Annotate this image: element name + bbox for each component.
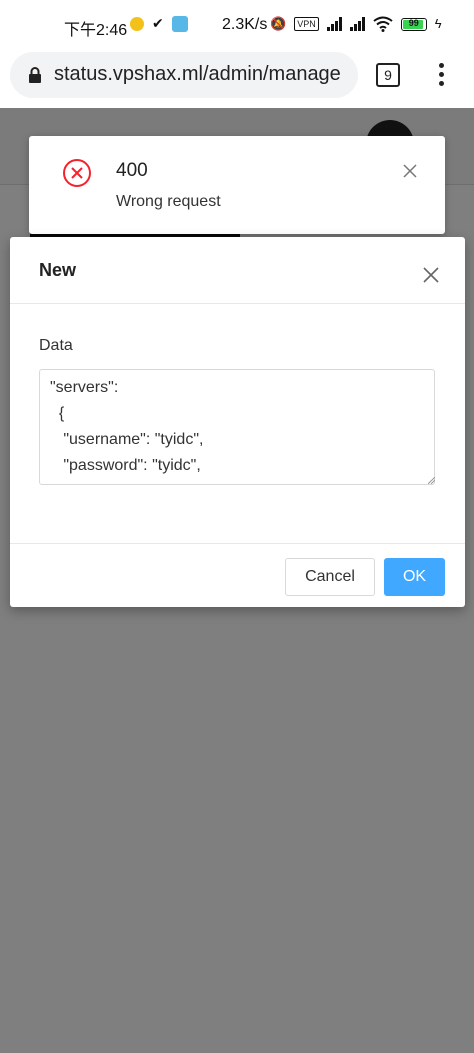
system-icons: 🔕 VPN 99 ϟ [270, 16, 442, 32]
check-icon: ✔ [152, 15, 164, 31]
vpn-icon: VPN [294, 17, 319, 31]
more-menu-icon[interactable] [431, 60, 451, 90]
battery-level: 99 [408, 17, 419, 28]
close-icon[interactable] [423, 267, 439, 283]
moon-icon [130, 16, 144, 31]
modal-title: New [39, 260, 77, 280]
notification-icons: ✔ [130, 15, 188, 32]
address-bar: status.vpshax.ml/admin/manage 9 [0, 52, 474, 108]
notification-description: Wrong request [116, 193, 221, 210]
data-field-label: Data [39, 337, 73, 354]
error-circle-icon [63, 159, 91, 187]
lock-icon [29, 67, 41, 83]
url-text: status.vpshax.ml/admin/manage [54, 63, 341, 85]
close-icon[interactable] [403, 164, 417, 178]
url-field[interactable]: status.vpshax.ml/admin/manage [10, 52, 358, 98]
charging-icon: ϟ [434, 16, 442, 31]
wifi-icon [373, 16, 393, 32]
cancel-button[interactable]: Cancel [285, 558, 375, 596]
modal-footer: Cancel OK [10, 543, 465, 608]
modal-header: New [10, 237, 465, 304]
error-notification: 400 Wrong request [29, 136, 445, 234]
app-icon [171, 15, 188, 32]
status-time: 下午2:46 [64, 22, 128, 39]
tabs-button[interactable]: 9 [376, 63, 400, 87]
notification-title: 400 [116, 160, 148, 181]
net-speed: 2.3K/s [222, 16, 268, 33]
battery-icon: 99 [400, 17, 427, 31]
ok-button[interactable]: OK [384, 558, 445, 596]
status-bar: 下午2:46 ✔ 2.3K/s 🔕 VPN 99 ϟ [0, 0, 474, 52]
signal-icon [326, 17, 342, 31]
data-textarea[interactable]: "servers": { "username": "tyidc", "passw… [39, 369, 435, 485]
resize-handle-icon[interactable] [428, 477, 435, 484]
new-dialog: New Data "servers": { "username": "tyidc… [10, 237, 465, 607]
signal-icon [349, 17, 365, 31]
mute-bell-icon: 🔕 [270, 16, 287, 31]
